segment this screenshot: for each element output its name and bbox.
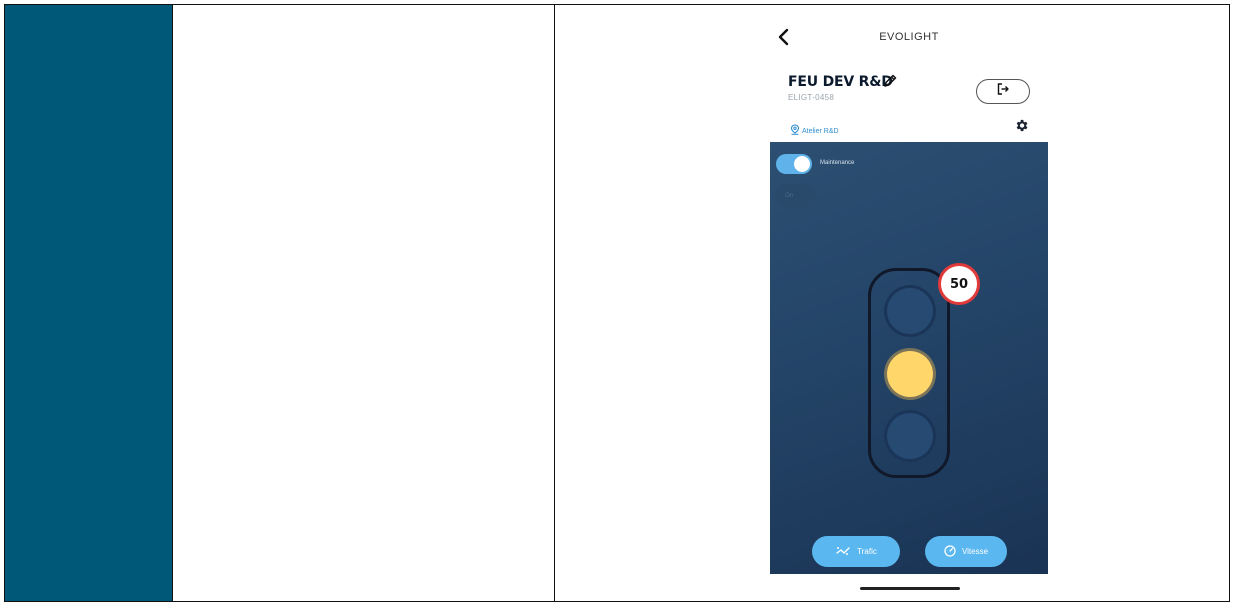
sparkle-icon [835,545,851,559]
trafic-button[interactable]: Trafic [812,536,900,567]
toggle-knob [794,156,810,172]
device-name: FEU DEV R&D [788,74,893,90]
document-table: EVOLIGHT FEU DEV R&D ELIGT-0458 Atelier … [4,4,1230,602]
pencil-icon[interactable] [882,73,898,89]
map-pin-icon [790,122,800,140]
maintenance-label: Maintenance [820,160,855,166]
screenshot-cell: EVOLIGHT FEU DEV R&D ELIGT-0458 Atelier … [555,5,1229,601]
traffic-light [868,268,950,478]
logout-button[interactable] [976,79,1030,104]
app-title: EVOLIGHT [879,31,939,43]
maintenance-toggle[interactable] [776,154,812,174]
on-state-button[interactable]: On [775,184,817,208]
lamp-bottom [887,413,933,459]
vitesse-button[interactable]: Vitesse [925,536,1007,567]
speed-limit-sign: 50 [938,263,980,305]
location-link[interactable]: Atelier R&D [790,122,839,140]
lamp-middle-active [887,351,933,397]
on-state-label: On [785,193,794,199]
vitesse-label: Vitesse [961,547,989,556]
lamp-top [887,288,933,334]
accent-column-cell [5,5,173,601]
logout-icon [996,82,1010,101]
top-bar: EVOLIGHT [770,19,1048,59]
phone-screen: EVOLIGHT FEU DEV R&D ELIGT-0458 Atelier … [770,19,1048,597]
home-indicator[interactable] [860,587,960,590]
location-label: Atelier R&D [802,127,839,135]
gear-icon[interactable] [1014,118,1029,133]
speedometer-icon [944,544,956,559]
control-panel: Maintenance On 50 Trafic Vitesse [770,142,1048,574]
trafic-label: Trafic [857,547,877,556]
device-id: ELIGT-0458 [788,93,835,102]
empty-column-cell [173,5,555,601]
